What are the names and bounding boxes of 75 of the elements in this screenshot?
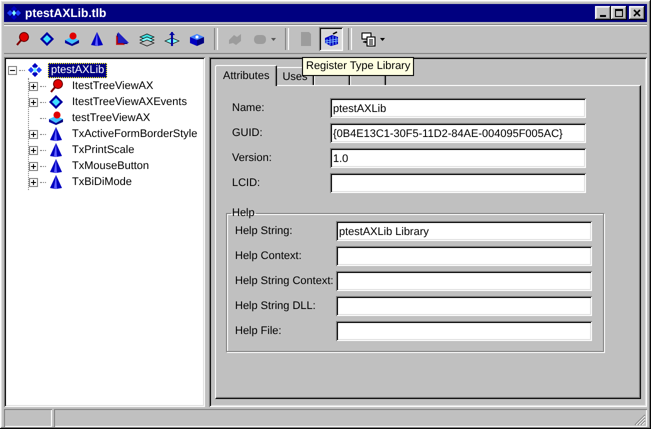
tree-item[interactable]: ItestTreeViewAX	[69, 78, 156, 94]
pin-icon	[48, 78, 64, 94]
cone-icon	[48, 142, 64, 158]
pin-on-plate-icon	[164, 31, 180, 47]
expand-button[interactable]	[29, 178, 38, 186]
tree-item[interactable]: TxBiDiMode	[69, 174, 135, 190]
minimize-button[interactable]	[595, 6, 611, 20]
input-field[interactable]: 1.0	[330, 148, 586, 168]
tree-item[interactable]: TxMouseButton	[69, 158, 152, 174]
input-field[interactable]	[336, 296, 592, 316]
tree-item[interactable]: ptestAXLib	[48, 62, 108, 78]
plus-icon	[31, 180, 36, 184]
tab[interactable]: Attributes	[215, 65, 278, 86]
diamond-icon	[39, 31, 55, 47]
window-title: ptestAXLib.tlb	[25, 6, 108, 20]
diamond-icon	[48, 94, 64, 110]
input-field[interactable]	[336, 246, 592, 266]
field-label: Help String:	[235, 225, 294, 237]
cube-icon	[189, 31, 205, 47]
box-with-knob-icon	[64, 31, 80, 47]
plus-icon	[31, 132, 36, 136]
input-field[interactable]	[330, 173, 586, 193]
plus-icon	[31, 84, 36, 88]
field-label: Help File:	[235, 325, 282, 337]
grid-cube-icon	[323, 31, 339, 47]
field-label: Help String Context:	[235, 275, 334, 287]
tree-item[interactable]: TxActiveFormBorderStyle	[69, 126, 200, 142]
maximize-icon	[615, 9, 623, 17]
diamond-cluster-icon	[6, 5, 22, 21]
expand-button[interactable]	[29, 98, 38, 106]
field-label: Help String DLL:	[235, 300, 317, 312]
field-label: Version:	[232, 152, 273, 164]
pin-icon	[14, 31, 30, 47]
plus-icon	[31, 164, 36, 168]
collapse-button[interactable]	[8, 66, 17, 74]
resize-grip-icon	[634, 414, 646, 426]
tree-item[interactable]: testTreeViewAX	[69, 110, 154, 126]
toolbar-button[interactable]	[319, 27, 343, 51]
close-icon	[633, 9, 641, 17]
document-export-icon	[361, 31, 377, 47]
expand-button[interactable]	[29, 82, 38, 90]
field-label: Help Context:	[235, 250, 303, 262]
input-field[interactable]: ptestAXLib Library	[336, 221, 592, 241]
tree-item[interactable]: ItestTreeViewAXEvents	[69, 94, 190, 110]
plus-icon	[31, 100, 36, 104]
expand-button[interactable]	[29, 146, 38, 154]
caret-icon	[271, 38, 276, 40]
caret-icon	[380, 38, 385, 40]
expand-button[interactable]	[29, 162, 38, 170]
field-label: Name:	[232, 102, 266, 114]
input-field[interactable]	[336, 321, 592, 341]
field-label: LCID:	[232, 177, 262, 189]
box-with-knob-icon	[48, 110, 64, 126]
page-icon	[298, 31, 314, 47]
group-title: Help	[231, 207, 256, 219]
minus-icon	[10, 68, 15, 72]
tree-item[interactable]: TxPrintScale	[69, 142, 138, 158]
expand-button[interactable]	[29, 130, 38, 138]
diamond-cluster-icon	[27, 62, 43, 78]
plus-icon	[31, 148, 36, 152]
close-button[interactable]	[629, 6, 645, 20]
puzzle-icon	[227, 31, 243, 47]
cone-icon	[89, 31, 105, 47]
input-field[interactable]: ptestAXLib	[330, 98, 586, 118]
status-panel	[4, 409, 52, 427]
maximize-button[interactable]	[611, 6, 627, 20]
cone-icon	[48, 174, 64, 190]
stacked-layers-icon	[139, 31, 155, 47]
input-field[interactable]: {0B4E13C1-30F5-11D2-84AE-004095F005AC}	[330, 123, 586, 143]
cone-icon	[48, 158, 64, 174]
cone-icon	[48, 126, 64, 142]
layered-triangle-icon	[114, 31, 130, 47]
field-label: GUID:	[232, 127, 264, 139]
input-field[interactable]	[336, 271, 592, 291]
tooltip: Register Type Library	[302, 57, 414, 76]
